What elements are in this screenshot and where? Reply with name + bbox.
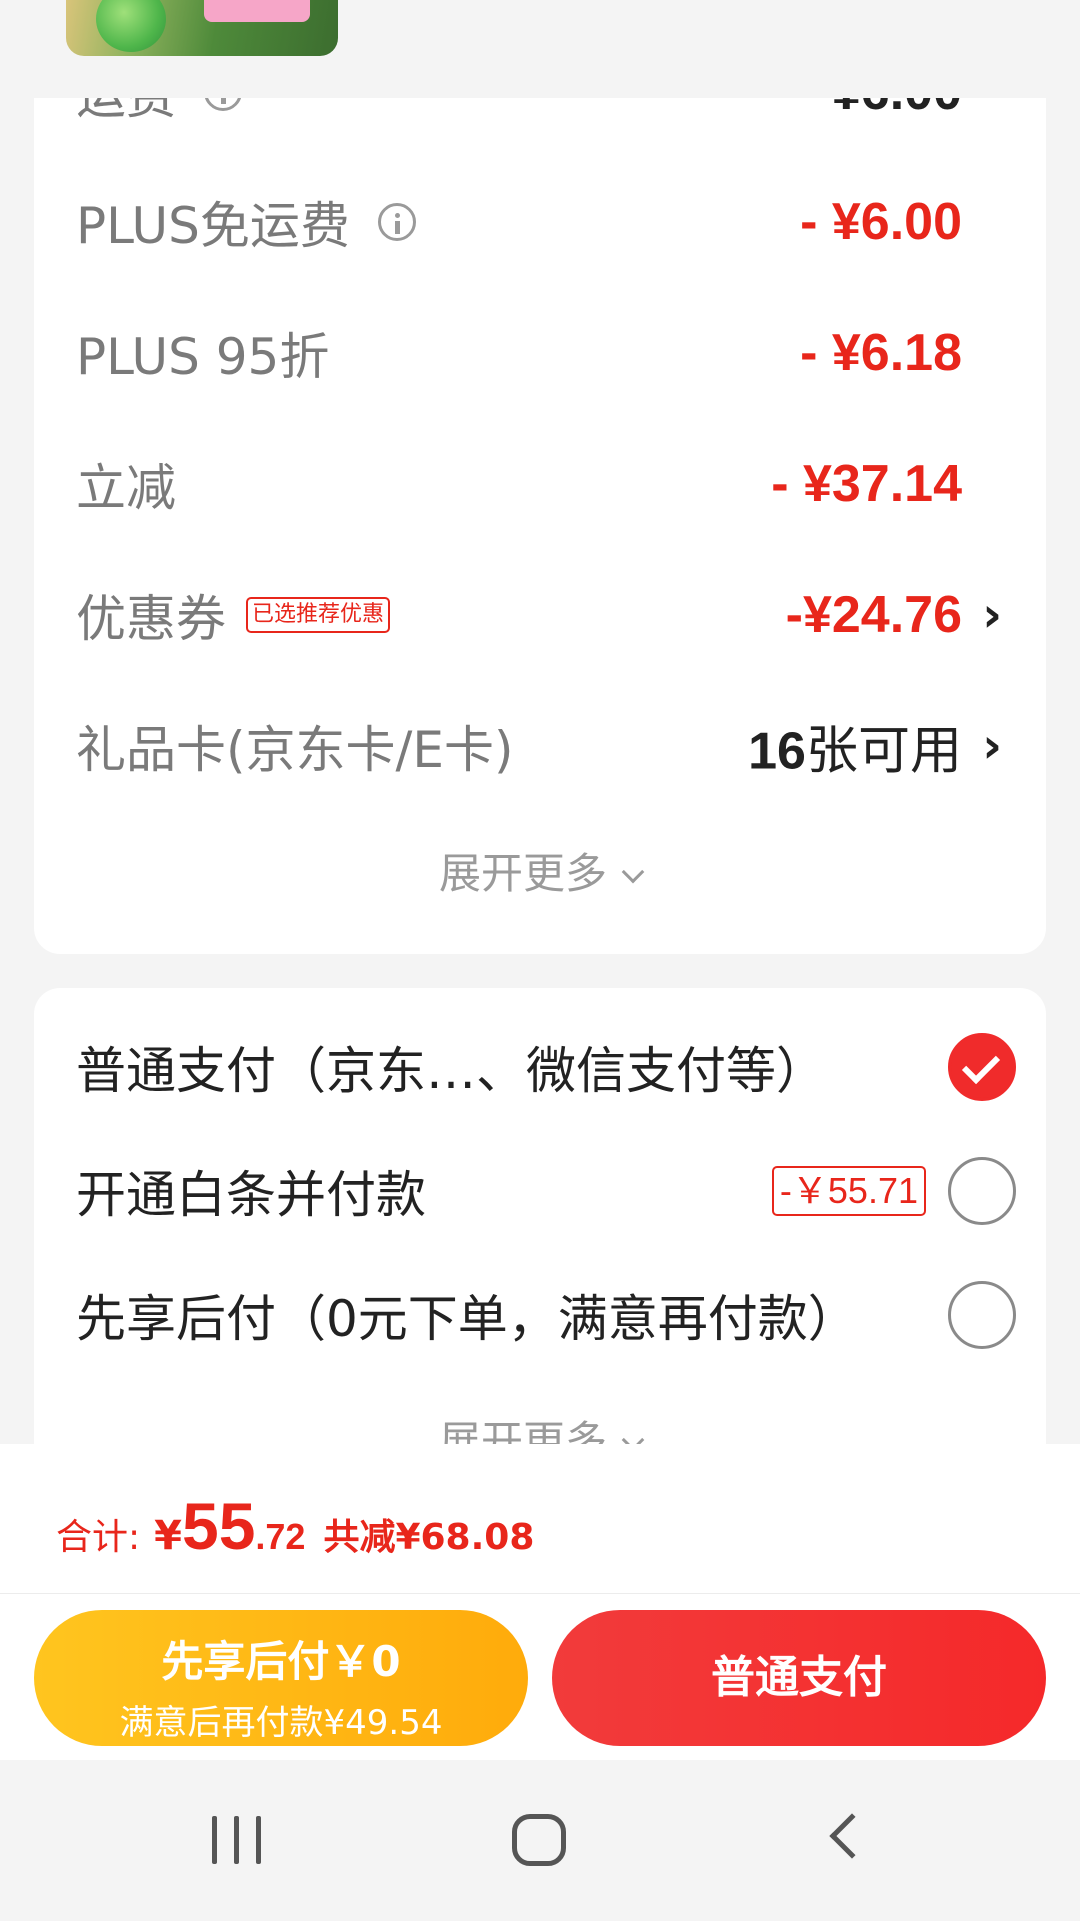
plus-discount-row: PLUS 95折 - ¥6.18 (34, 313, 1046, 393)
coupon-label: 优惠券 (76, 590, 226, 648)
recent-apps-icon[interactable] (212, 1816, 264, 1864)
radio-button[interactable] (948, 1157, 1016, 1225)
total-decimal: .72 (255, 1516, 306, 1557)
chevron-right-icon[interactable]: › (982, 587, 1002, 643)
action-button-area: 先享后付￥0 满意后再付款¥49.54 普通支付 (0, 1594, 1080, 1760)
gift-card-label: 礼品卡(京东卡/E卡) (76, 721, 514, 779)
coupon-row[interactable]: 优惠券 已选推荐优惠 -¥24.76 › (34, 575, 1046, 655)
payment-option-baitiao[interactable]: 开通白条并付款 -￥55.71 (34, 1146, 1046, 1236)
pay-later-title: 先享后付￥0 (161, 1637, 401, 1686)
gift-card-count: 16 (748, 722, 806, 781)
total-savings: 共减¥68.08 (323, 1517, 535, 1558)
expand-more-button[interactable]: 展开更多 (34, 1408, 1046, 1448)
radio-button[interactable] (948, 1281, 1016, 1349)
total-line: 合计: ¥ 55 .72 共减¥68.08 (56, 1488, 534, 1564)
thumbnail-tag (204, 0, 310, 22)
gift-card-row[interactable]: 礼品卡(京东卡/E卡) 16张可用 › (34, 706, 1046, 786)
payment-option-label: 先享后付（0元下单，满意再付款） (76, 1290, 858, 1348)
total-currency: ¥ (154, 1513, 182, 1559)
payment-option-normal[interactable]: 普通支付（京东…、微信支付等） (34, 1022, 1046, 1112)
plus-free-shipping-value: - ¥6.00 (800, 193, 962, 251)
pay-later-subtitle: 满意后再付款¥49.54 (119, 1703, 443, 1743)
chevron-right-icon[interactable]: › (982, 718, 1002, 774)
payment-option-label: 普通支付（京东…、微信支付等） (76, 1042, 826, 1100)
normal-pay-button[interactable]: 普通支付 (552, 1610, 1046, 1746)
expand-more-label: 展开更多 (438, 849, 607, 898)
info-icon[interactable] (204, 98, 242, 111)
gift-card-unit: 张可用 (805, 721, 962, 782)
payment-option-pay-later[interactable]: 先享后付（0元下单，满意再付款） (34, 1270, 1046, 1360)
recommended-badge: 已选推荐优惠 (246, 597, 391, 633)
total-integer: 55 (181, 1489, 256, 1563)
coupon-value: -¥24.76 (785, 586, 962, 644)
payment-method-card: 普通支付（京东…、微信支付等） 开通白条并付款 -￥55.71 先享后付（0元下… (34, 988, 1046, 1448)
frog-mascot-image (96, 0, 166, 52)
instant-discount-row: 立减 - ¥37.14 (34, 444, 1046, 524)
shipping-fee-row: 运费 ¥6.00 (34, 98, 1046, 132)
back-icon[interactable] (829, 1813, 875, 1859)
order-amount-card: 运费 ¥6.00 PLUS免运费 - ¥6.00 PLUS 95折 - ¥6.1… (34, 98, 1046, 954)
chevron-down-icon (621, 860, 645, 884)
product-thumbnail (66, 0, 338, 56)
instant-discount-value: - ¥37.14 (771, 455, 962, 513)
instant-discount-label: 立减 (76, 459, 176, 517)
expand-more-button[interactable]: 展开更多 (34, 840, 1046, 901)
gift-card-available: 16张可用 (748, 709, 962, 784)
shipping-fee-label: 运费 (76, 98, 176, 128)
total-label: 合计: (56, 1517, 141, 1558)
plus-free-shipping-row: PLUS免运费 - ¥6.00 (34, 182, 1046, 262)
plus-discount-value: - ¥6.18 (800, 324, 962, 382)
pay-later-button[interactable]: 先享后付￥0 满意后再付款¥49.54 (34, 1610, 528, 1746)
system-nav-bar (0, 1760, 1080, 1921)
discount-badge: -￥55.71 (771, 1166, 926, 1216)
plus-discount-label: PLUS 95折 (76, 328, 330, 386)
home-icon[interactable] (512, 1814, 566, 1866)
check-icon[interactable] (948, 1033, 1016, 1101)
info-icon[interactable] (377, 203, 416, 241)
total-bar: 合计: ¥ 55 .72 共减¥68.08 (0, 1444, 1080, 1594)
shipping-fee-value: ¥6.00 (832, 98, 962, 122)
payment-option-label: 开通白条并付款 (76, 1166, 426, 1224)
plus-free-shipping-label: PLUS免运费 (76, 197, 350, 255)
